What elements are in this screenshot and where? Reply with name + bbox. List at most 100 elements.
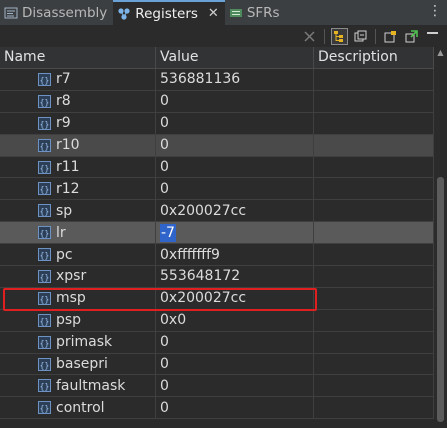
register-name-cell: {} r8: [0, 90, 156, 112]
register-name-cell: {} r9: [0, 112, 156, 134]
register-name-cell: {} msp: [0, 287, 156, 309]
register-value-cell[interactable]: 0: [156, 134, 314, 156]
vertical-scrollbar[interactable]: ▲: [434, 47, 447, 428]
minimize-icon[interactable]: [424, 28, 441, 45]
register-value-cell[interactable]: 0: [156, 112, 314, 134]
table-row[interactable]: {} pc 0xfffffff9: [0, 244, 434, 267]
register-value-cell[interactable]: 0: [156, 331, 314, 353]
register-name-cell: {} r10: [0, 134, 156, 156]
register-value: 0: [160, 180, 169, 197]
register-name: r7: [56, 71, 71, 88]
table-row[interactable]: {} r12 0: [0, 178, 434, 201]
register-name: r9: [56, 115, 71, 132]
register-value-cell[interactable]: 0xfffffff9: [156, 244, 314, 266]
tab-disassembly[interactable]: Disassembly: [0, 0, 113, 25]
register-description-cell: [314, 375, 434, 397]
scroll-up-icon[interactable]: ▲: [434, 47, 447, 59]
register-description-cell: [314, 69, 434, 90]
register-description-cell: [314, 397, 434, 419]
register-name: r8: [56, 93, 71, 110]
register-name: r10: [56, 137, 80, 154]
remove-icon[interactable]: [301, 28, 318, 45]
register-value-cell[interactable]: 553648172: [156, 266, 314, 287]
svg-text:{}: {}: [40, 317, 50, 326]
table-row[interactable]: {} sp 0x200027cc: [0, 200, 434, 223]
register-description-cell: [314, 309, 434, 331]
register-value-cell[interactable]: 536881136: [156, 69, 314, 90]
register-value: 0: [160, 377, 169, 394]
column-header-name[interactable]: Name: [0, 47, 156, 68]
tab-sfrs-label: SFRs: [246, 4, 280, 21]
register-value-cell[interactable]: 0: [156, 90, 314, 112]
register-value-cell[interactable]: 0: [156, 375, 314, 397]
toolbar-separator: [324, 29, 325, 44]
column-header-value[interactable]: Value: [156, 47, 314, 68]
table-row[interactable]: {} primask 0: [0, 331, 434, 354]
table-row[interactable]: {} r11 0: [0, 156, 434, 179]
register-value-cell[interactable]: 0: [156, 156, 314, 178]
close-tab-icon[interactable]: ✕: [208, 6, 219, 21]
register-value-cell[interactable]: 0x0: [156, 309, 314, 331]
sfrs-icon: [229, 6, 243, 20]
register-description-cell: [314, 90, 434, 112]
register-name-cell: {} control: [0, 397, 156, 419]
register-description-cell: [314, 156, 434, 178]
register-description-cell: [314, 134, 434, 156]
register-value: 0xfffffff9: [160, 246, 220, 263]
register-value-cell[interactable]: 0: [156, 178, 314, 200]
tree-layout-icon[interactable]: [331, 28, 348, 45]
collapse-all-icon[interactable]: [352, 28, 369, 45]
tab-disassembly-label: Disassembly: [22, 4, 108, 21]
svg-text:{}: {}: [40, 382, 50, 391]
register-icon: {}: [38, 204, 51, 218]
table-row[interactable]: {} faultmask 0: [0, 375, 434, 398]
register-description-cell: [314, 353, 434, 375]
table-row[interactable]: {} psp 0x0: [0, 309, 434, 332]
register-value-cell[interactable]: -7: [156, 222, 314, 244]
tab-registers[interactable]: Registers ✕: [113, 0, 225, 25]
export-icon[interactable]: [403, 28, 420, 45]
tab-sfrs[interactable]: SFRs: [225, 0, 286, 25]
register-value-cell[interactable]: 0x200027cc: [156, 287, 314, 309]
register-icon: {}: [38, 248, 51, 262]
new-group-icon[interactable]: [382, 28, 399, 45]
table-row[interactable]: {} msp 0x200027cc: [0, 287, 434, 310]
svg-text:{}: {}: [40, 98, 50, 107]
table-row[interactable]: {} r8 0: [0, 90, 434, 113]
register-name: r11: [56, 159, 80, 175]
table-row[interactable]: {} r10 0: [0, 134, 434, 157]
view-menu-icon[interactable]: ⋮: [428, 3, 442, 19]
toolbar-separator: [375, 29, 376, 44]
table-row[interactable]: {} r9 0: [0, 112, 434, 135]
registers-icon: [117, 7, 131, 21]
register-value-editor[interactable]: -7: [160, 223, 176, 242]
register-description-cell: [314, 331, 434, 353]
register-value-cell[interactable]: 0: [156, 397, 314, 419]
register-value: 0: [160, 159, 169, 175]
register-name-cell: {} psp: [0, 309, 156, 331]
register-value: 0: [160, 115, 169, 132]
column-header-description[interactable]: Description: [314, 47, 434, 68]
register-name: sp: [56, 202, 73, 219]
table-row[interactable]: {} lr -7: [0, 222, 434, 245]
register-name-cell: {} r12: [0, 178, 156, 200]
register-name-cell: {} lr: [0, 222, 156, 244]
register-name: xpsr: [56, 268, 87, 285]
table-row[interactable]: {} xpsr 553648172: [0, 266, 434, 288]
register-value-cell[interactable]: 0: [156, 353, 314, 375]
scrollbar-thumb[interactable]: [437, 177, 444, 422]
register-value-cell[interactable]: 0x200027cc: [156, 200, 314, 222]
svg-text:{}: {}: [40, 207, 50, 216]
table-row[interactable]: {} basepri 0: [0, 353, 434, 376]
register-description-cell: [314, 266, 434, 287]
table-row[interactable]: {} control 0: [0, 397, 434, 420]
register-name: primask: [56, 334, 113, 351]
register-name: basepri: [56, 356, 108, 373]
register-icon: {}: [38, 269, 51, 283]
register-name-cell: {} basepri: [0, 353, 156, 375]
table-row[interactable]: {} r7 536881136: [0, 69, 434, 91]
register-name-cell: {} primask: [0, 331, 156, 353]
register-value: 0x200027cc: [160, 202, 247, 219]
register-name-cell: {} xpsr: [0, 266, 156, 287]
register-icon: {}: [38, 94, 51, 108]
